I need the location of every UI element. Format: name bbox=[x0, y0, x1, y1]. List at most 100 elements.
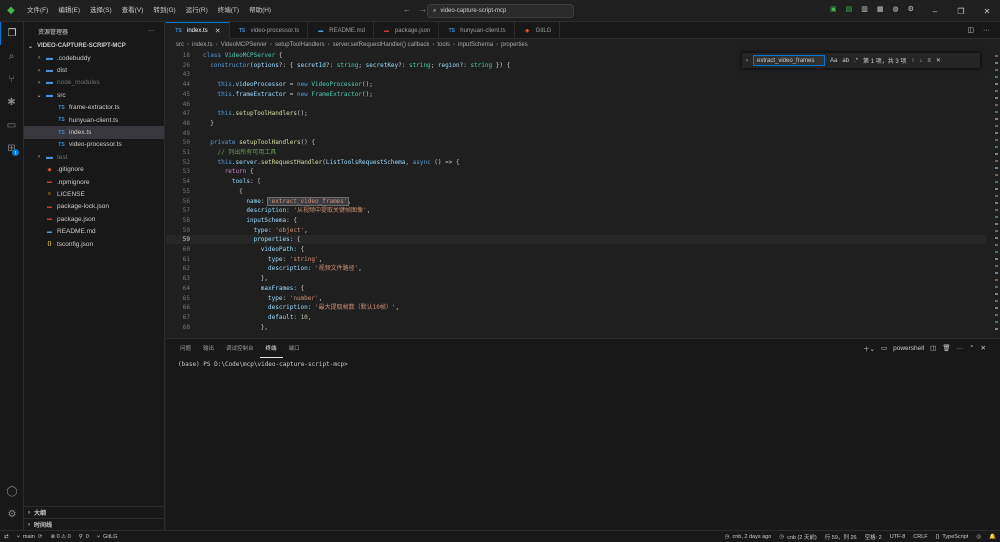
more-actions-icon[interactable]: ··· bbox=[983, 27, 990, 34]
tab-readme-md[interactable]: ▬ README.md bbox=[308, 22, 374, 39]
tree-item[interactable]: ▬ package.json bbox=[24, 213, 164, 225]
find-input[interactable]: extract_video_frames bbox=[753, 55, 825, 66]
extensions-icon[interactable]: ⊞ 1 bbox=[0, 137, 23, 160]
cursor-position[interactable]: 行 59，列 26 bbox=[821, 533, 861, 541]
tab-video-processor-ts[interactable]: TS video-processor.ts bbox=[230, 22, 309, 39]
eol[interactable]: CRLF bbox=[909, 534, 931, 540]
breadcrumb-item[interactable]: src bbox=[176, 42, 184, 48]
account-icon[interactable]: ◯ bbox=[0, 480, 24, 503]
tree-item[interactable]: ◆ .gitignore bbox=[24, 164, 164, 176]
tree-item[interactable]: TS hunyuan-client.ts bbox=[24, 114, 164, 126]
menu-item[interactable]: 查看(V) bbox=[117, 0, 149, 22]
breadcrumb-item[interactable]: inputSchema bbox=[458, 42, 493, 48]
more-actions-icon[interactable]: ··· bbox=[957, 345, 964, 352]
split-editor-icon[interactable]: ◫ bbox=[967, 26, 974, 34]
tree-item[interactable]: › ▬ dist bbox=[24, 64, 164, 76]
new-terminal-icon[interactable]: ＋⌄ bbox=[863, 343, 875, 353]
match-case-icon[interactable]: Aa bbox=[830, 58, 837, 64]
tree-item[interactable]: {} tsconfig.json bbox=[24, 238, 164, 250]
toggle-sidebar-icon[interactable]: ▥ bbox=[861, 5, 868, 13]
ports-indicator[interactable]: ⚲ 0 bbox=[75, 534, 93, 540]
copilot-status[interactable]: ◎ bbox=[972, 534, 985, 540]
menu-item[interactable]: 终端(T) bbox=[213, 0, 244, 22]
search-view-icon[interactable]: ⌕ bbox=[0, 45, 23, 68]
encoding[interactable]: UTF-8 bbox=[886, 534, 910, 540]
problems-indicator[interactable]: ⊗ 0 ⚠ 0 bbox=[46, 534, 74, 540]
tree-item[interactable]: ≡ LICENSE bbox=[24, 188, 164, 200]
minimize-icon[interactable]: – bbox=[922, 0, 948, 22]
close-tab-icon[interactable]: ✕ bbox=[215, 27, 221, 35]
indentation[interactable]: 空格: 2 bbox=[861, 533, 886, 541]
cnb-indicator[interactable]: ◷ cnb (2 天前) bbox=[775, 533, 820, 541]
panel-tab[interactable]: 输出 bbox=[197, 339, 220, 359]
breadcrumb-item[interactable]: VideoMCPServer bbox=[221, 42, 267, 48]
split-terminal-icon[interactable]: ◫ bbox=[930, 344, 936, 352]
close-window-icon[interactable]: ✕ bbox=[974, 0, 1000, 22]
terminal-prompt[interactable]: (base) PS D:\Code\mcp\video-capture-scri… bbox=[178, 361, 348, 368]
breadcrumb-item[interactable]: index.ts bbox=[192, 42, 213, 48]
tree-item[interactable]: TS index.ts bbox=[24, 126, 164, 139]
kill-terminal-icon[interactable]: 🗑 bbox=[942, 344, 950, 352]
settings-icon[interactable]: ⚙ bbox=[908, 5, 914, 13]
manage-gear-icon[interactable]: ⚙ bbox=[0, 503, 24, 526]
breadcrumb-item[interactable]: properties bbox=[501, 42, 528, 48]
tree-item[interactable]: TS video-processor.ts bbox=[24, 139, 164, 151]
panel-tab[interactable]: 问题 bbox=[174, 339, 197, 359]
tab-package-json[interactable]: ▬ package.json bbox=[374, 22, 440, 39]
previous-match-icon[interactable]: ↑ bbox=[911, 58, 914, 64]
tab-index-ts[interactable]: TS index.ts ✕ bbox=[166, 22, 230, 39]
close-find-icon[interactable]: ✕ bbox=[936, 57, 941, 64]
back-arrow-icon[interactable]: ← bbox=[403, 5, 411, 14]
maximize-icon[interactable]: ❐ bbox=[948, 0, 974, 22]
breadcrumb-item[interactable]: tools bbox=[437, 42, 450, 48]
menu-item[interactable]: 帮助(H) bbox=[244, 0, 276, 22]
chevron-right-icon[interactable]: › bbox=[746, 58, 748, 64]
maximize-panel-icon[interactable]: ⌃ bbox=[969, 344, 974, 352]
tab-gitlg[interactable]: ◆ GitLG bbox=[515, 22, 561, 39]
code-editor[interactable]: 18 class VideoMCPServer {26 constructor(o… bbox=[166, 51, 1000, 338]
gitlg-indicator[interactable]: ⑂ GitLG bbox=[93, 534, 122, 540]
source-control-icon[interactable]: ⑂ bbox=[0, 68, 23, 91]
chat-icon[interactable]: ▤ bbox=[846, 5, 853, 13]
toggle-panel-icon[interactable]: ▦ bbox=[877, 5, 884, 13]
tree-item[interactable]: ⌄ ▬ src bbox=[24, 89, 164, 101]
branch-indicator[interactable]: ⑂ main ⟳ bbox=[13, 534, 47, 540]
tree-item[interactable]: › ▬ node_modules bbox=[24, 77, 164, 89]
language-mode[interactable]: {} TypeScript bbox=[932, 534, 973, 540]
menu-item[interactable]: 选择(S) bbox=[85, 0, 117, 22]
remote-explorer-icon[interactable]: ▭ bbox=[0, 114, 23, 137]
copilot-icon[interactable]: ▣ bbox=[830, 5, 837, 13]
whole-word-icon[interactable]: ab bbox=[842, 58, 849, 64]
regex-icon[interactable]: .* bbox=[854, 58, 858, 64]
tree-item[interactable]: ▬ package-lock.json bbox=[24, 201, 164, 213]
panel-tab[interactable]: 终端 bbox=[259, 340, 283, 358]
tree-item[interactable]: › ▬ .codebuddy bbox=[24, 52, 164, 64]
command-center-search[interactable]: ⌕ video-capture-script-mcp bbox=[427, 4, 574, 18]
menu-item[interactable]: 转到(G) bbox=[148, 0, 180, 22]
find-in-selection-icon[interactable]: ≡ bbox=[927, 58, 931, 64]
terminal-shell-label[interactable]: powershell bbox=[893, 345, 924, 352]
tree-item[interactable]: TS frame-extractor.ts bbox=[24, 102, 164, 114]
blame-indicator[interactable]: ◷ cnb, 2 days ago bbox=[721, 534, 776, 540]
next-match-icon[interactable]: ↓ bbox=[919, 58, 922, 64]
close-panel-icon[interactable]: ✕ bbox=[981, 344, 986, 352]
menu-item[interactable]: 运行(R) bbox=[181, 0, 213, 22]
tree-item[interactable]: › ▬ test bbox=[24, 151, 164, 163]
panel-tab[interactable]: 端口 bbox=[283, 339, 306, 359]
workspace-root[interactable]: ⌄ VIDEO-CAPTURE-SCRIPT-MCP bbox=[24, 40, 164, 52]
breadcrumb-item[interactable]: setupToolHandlers bbox=[275, 42, 325, 48]
breadcrumb-item[interactable]: server.setRequestHandler() callback bbox=[333, 42, 430, 48]
menu-item[interactable]: 编辑(E) bbox=[53, 0, 85, 22]
tree-item[interactable]: ▬ README.md bbox=[24, 225, 164, 237]
tab-hunyuan-client-ts[interactable]: TS hunyuan-client.ts bbox=[439, 22, 515, 39]
timeline-section[interactable]: › 时间线 bbox=[24, 518, 165, 530]
forward-arrow-icon[interactable]: → bbox=[419, 5, 427, 14]
remote-indicator[interactable]: ⇄ bbox=[0, 534, 13, 540]
accounts-icon[interactable]: ◍ bbox=[893, 5, 899, 13]
tree-item[interactable]: ▬ .npmignore bbox=[24, 176, 164, 188]
explorer-icon[interactable]: ❐ bbox=[0, 22, 23, 45]
notifications[interactable]: 🔔 bbox=[985, 534, 1000, 540]
menu-item[interactable]: 文件(F) bbox=[22, 0, 53, 22]
outline-section[interactable]: › 大纲 bbox=[24, 506, 165, 518]
panel-tab[interactable]: 调试控制台 bbox=[220, 339, 260, 359]
